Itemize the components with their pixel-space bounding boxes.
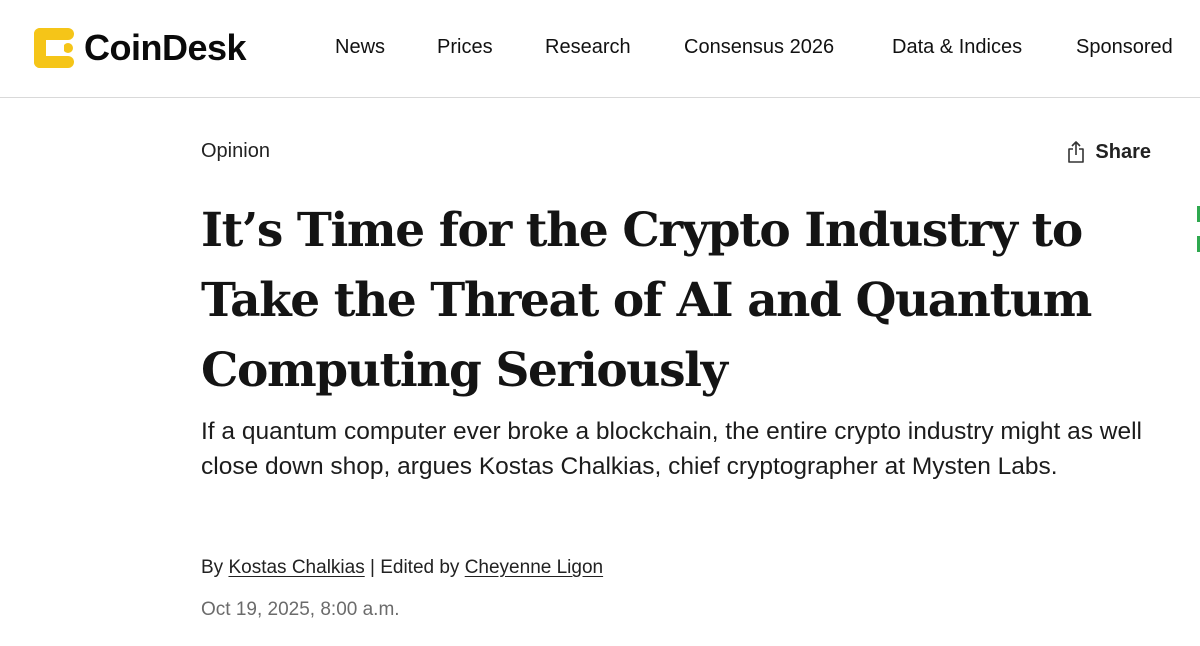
section-label[interactable]: Opinion: [201, 140, 270, 163]
author-link[interactable]: Kostas Chalkias: [228, 557, 364, 578]
share-button[interactable]: Share: [1067, 140, 1151, 164]
nav-item-data-indices[interactable]: Data & Indices: [892, 36, 1022, 59]
editor-link[interactable]: Cheyenne Ligon: [465, 557, 603, 578]
site-header: CoinDesk News Prices Research Consensus …: [0, 0, 1200, 98]
byline-prefix: By: [201, 557, 224, 578]
nav-item-consensus[interactable]: Consensus 2026: [684, 36, 834, 59]
article-dek: If a quantum computer ever broke a block…: [201, 418, 1142, 480]
byline: By Kostas Chalkias | Edited by Cheyenne …: [201, 557, 603, 579]
share-icon: [1068, 141, 1085, 163]
nav-item-sponsored[interactable]: Sponsored: [1076, 36, 1173, 59]
nav-item-prices[interactable]: Prices: [437, 36, 493, 59]
byline-separator: | Edited by: [369, 557, 460, 578]
nav-item-news[interactable]: News: [335, 36, 385, 59]
main-nav: News Prices Research Consensus 2026 Data…: [0, 36, 1200, 62]
publish-date: Oct 19, 2025, 8:00 a.m.: [201, 599, 400, 620]
nav-item-research[interactable]: Research: [545, 36, 631, 59]
share-label: Share: [1095, 140, 1151, 163]
article-headline: It’s Time for the Crypto Industry to Tak…: [201, 203, 1092, 398]
